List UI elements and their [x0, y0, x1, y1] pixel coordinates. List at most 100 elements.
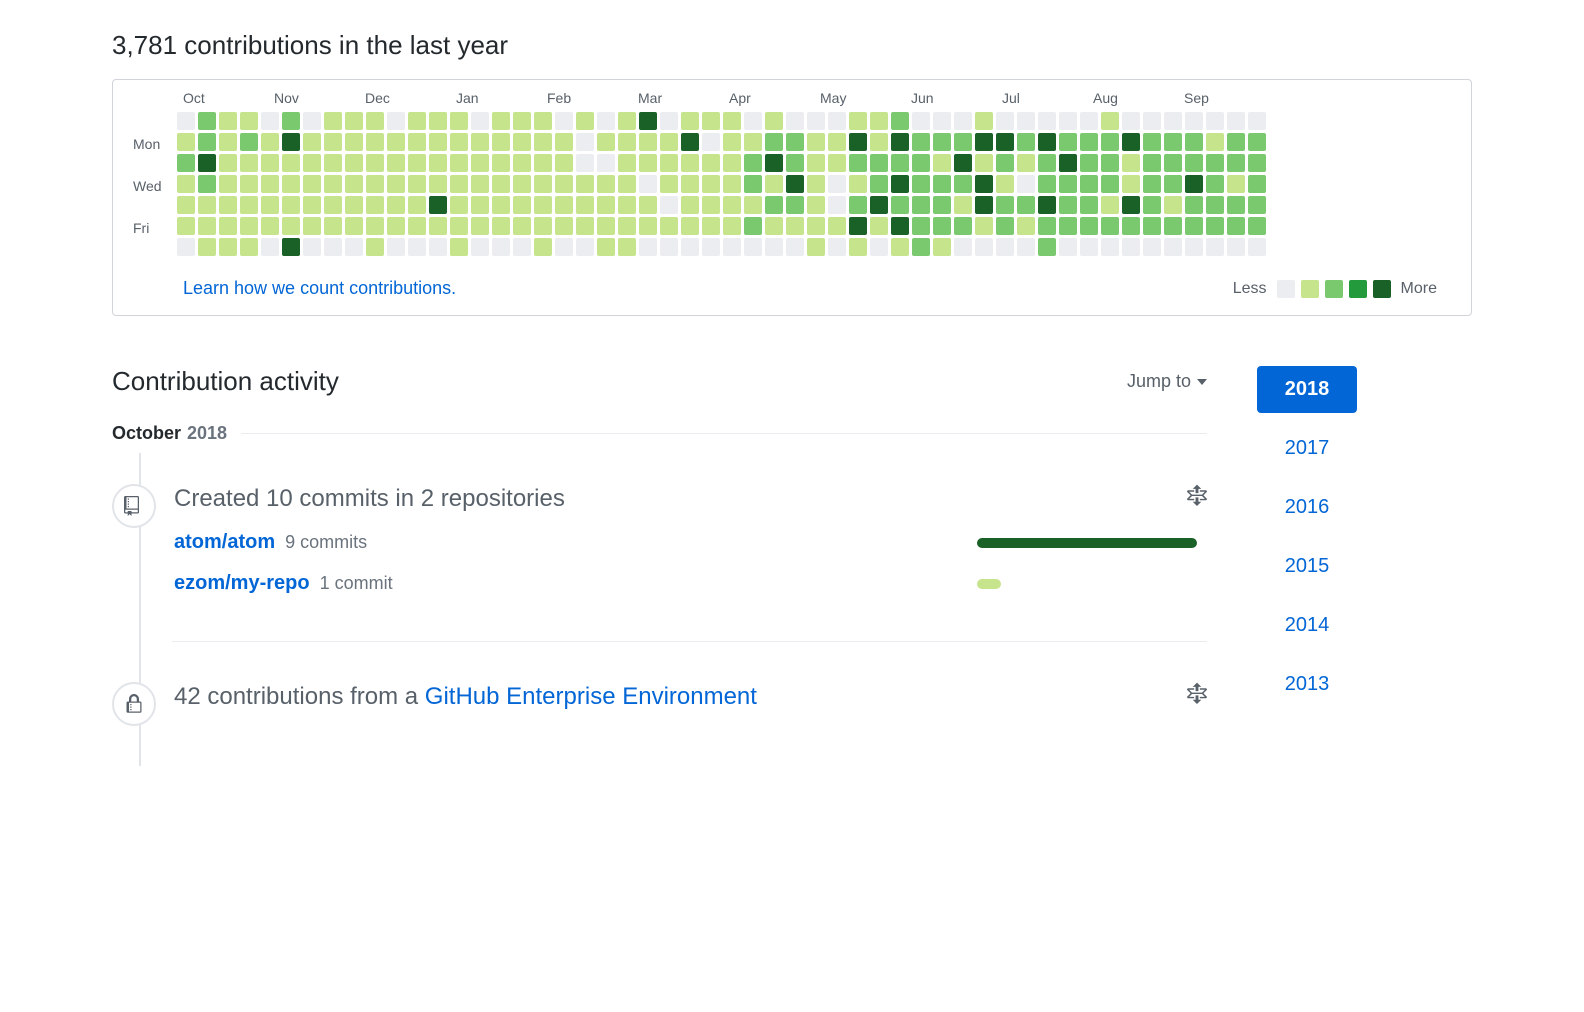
- calendar-day[interactable]: [1206, 238, 1224, 256]
- calendar-day[interactable]: [1101, 196, 1119, 214]
- calendar-day[interactable]: [576, 112, 594, 130]
- calendar-day[interactable]: [1101, 217, 1119, 235]
- calendar-day[interactable]: [282, 196, 300, 214]
- calendar-day[interactable]: [1248, 238, 1266, 256]
- calendar-day[interactable]: [807, 154, 825, 172]
- calendar-day[interactable]: [345, 175, 363, 193]
- calendar-day[interactable]: [408, 175, 426, 193]
- calendar-day[interactable]: [912, 133, 930, 151]
- calendar-day[interactable]: [1185, 217, 1203, 235]
- calendar-day[interactable]: [513, 175, 531, 193]
- calendar-day[interactable]: [240, 133, 258, 151]
- calendar-day[interactable]: [597, 133, 615, 151]
- calendar-day[interactable]: [471, 133, 489, 151]
- calendar-day[interactable]: [387, 238, 405, 256]
- calendar-day[interactable]: [366, 217, 384, 235]
- calendar-day[interactable]: [1248, 217, 1266, 235]
- calendar-day[interactable]: [660, 238, 678, 256]
- calendar-day[interactable]: [303, 196, 321, 214]
- calendar-day[interactable]: [345, 217, 363, 235]
- calendar-day[interactable]: [828, 175, 846, 193]
- unfold-icon[interactable]: [1187, 484, 1207, 513]
- calendar-day[interactable]: [576, 196, 594, 214]
- calendar-day[interactable]: [723, 175, 741, 193]
- calendar-day[interactable]: [954, 196, 972, 214]
- calendar-day[interactable]: [1248, 154, 1266, 172]
- calendar-day[interactable]: [765, 217, 783, 235]
- calendar-day[interactable]: [786, 112, 804, 130]
- calendar-day[interactable]: [1122, 154, 1140, 172]
- calendar-day[interactable]: [912, 175, 930, 193]
- calendar-day[interactable]: [1206, 133, 1224, 151]
- calendar-day[interactable]: [1143, 238, 1161, 256]
- calendar-day[interactable]: [240, 238, 258, 256]
- calendar-day[interactable]: [639, 238, 657, 256]
- calendar-day[interactable]: [387, 112, 405, 130]
- calendar-day[interactable]: [513, 154, 531, 172]
- calendar-day[interactable]: [324, 175, 342, 193]
- calendar-day[interactable]: [723, 196, 741, 214]
- calendar-day[interactable]: [492, 154, 510, 172]
- calendar-day[interactable]: [534, 112, 552, 130]
- calendar-day[interactable]: [450, 175, 468, 193]
- calendar-day[interactable]: [555, 196, 573, 214]
- learn-contributions-link[interactable]: Learn how we count contributions.: [183, 278, 456, 299]
- calendar-day[interactable]: [639, 133, 657, 151]
- calendar-day[interactable]: [1017, 217, 1035, 235]
- calendar-day[interactable]: [282, 154, 300, 172]
- calendar-day[interactable]: [534, 196, 552, 214]
- calendar-day[interactable]: [765, 238, 783, 256]
- calendar-day[interactable]: [261, 175, 279, 193]
- calendar-day[interactable]: [996, 175, 1014, 193]
- calendar-day[interactable]: [870, 133, 888, 151]
- calendar-day[interactable]: [1101, 175, 1119, 193]
- calendar-day[interactable]: [324, 196, 342, 214]
- calendar-day[interactable]: [429, 217, 447, 235]
- calendar-day[interactable]: [1080, 196, 1098, 214]
- calendar-day[interactable]: [786, 217, 804, 235]
- calendar-day[interactable]: [1038, 238, 1056, 256]
- calendar-day[interactable]: [639, 175, 657, 193]
- calendar-day[interactable]: [975, 112, 993, 130]
- calendar-day[interactable]: [1143, 133, 1161, 151]
- calendar-day[interactable]: [618, 154, 636, 172]
- calendar-day[interactable]: [639, 196, 657, 214]
- calendar-day[interactable]: [1059, 112, 1077, 130]
- calendar-day[interactable]: [828, 154, 846, 172]
- calendar-day[interactable]: [324, 154, 342, 172]
- calendar-day[interactable]: [639, 154, 657, 172]
- calendar-day[interactable]: [891, 133, 909, 151]
- calendar-day[interactable]: [660, 154, 678, 172]
- calendar-day[interactable]: [576, 133, 594, 151]
- calendar-day[interactable]: [996, 133, 1014, 151]
- calendar-day[interactable]: [870, 217, 888, 235]
- calendar-day[interactable]: [471, 154, 489, 172]
- calendar-day[interactable]: [576, 217, 594, 235]
- calendar-day[interactable]: [450, 238, 468, 256]
- calendar-day[interactable]: [597, 238, 615, 256]
- calendar-day[interactable]: [681, 196, 699, 214]
- calendar-day[interactable]: [471, 175, 489, 193]
- calendar-day[interactable]: [1101, 112, 1119, 130]
- calendar-day[interactable]: [765, 196, 783, 214]
- calendar-day[interactable]: [807, 196, 825, 214]
- calendar-day[interactable]: [198, 175, 216, 193]
- calendar-day[interactable]: [849, 238, 867, 256]
- calendar-day[interactable]: [387, 196, 405, 214]
- calendar-day[interactable]: [303, 154, 321, 172]
- calendar-day[interactable]: [912, 154, 930, 172]
- calendar-day[interactable]: [702, 175, 720, 193]
- calendar-day[interactable]: [408, 112, 426, 130]
- calendar-day[interactable]: [996, 238, 1014, 256]
- calendar-day[interactable]: [492, 196, 510, 214]
- calendar-day[interactable]: [450, 217, 468, 235]
- calendar-day[interactable]: [891, 112, 909, 130]
- calendar-day[interactable]: [282, 133, 300, 151]
- calendar-day[interactable]: [282, 175, 300, 193]
- calendar-day[interactable]: [1101, 154, 1119, 172]
- calendar-day[interactable]: [849, 196, 867, 214]
- calendar-day[interactable]: [933, 112, 951, 130]
- calendar-day[interactable]: [1164, 217, 1182, 235]
- calendar-day[interactable]: [954, 112, 972, 130]
- calendar-day[interactable]: [1038, 217, 1056, 235]
